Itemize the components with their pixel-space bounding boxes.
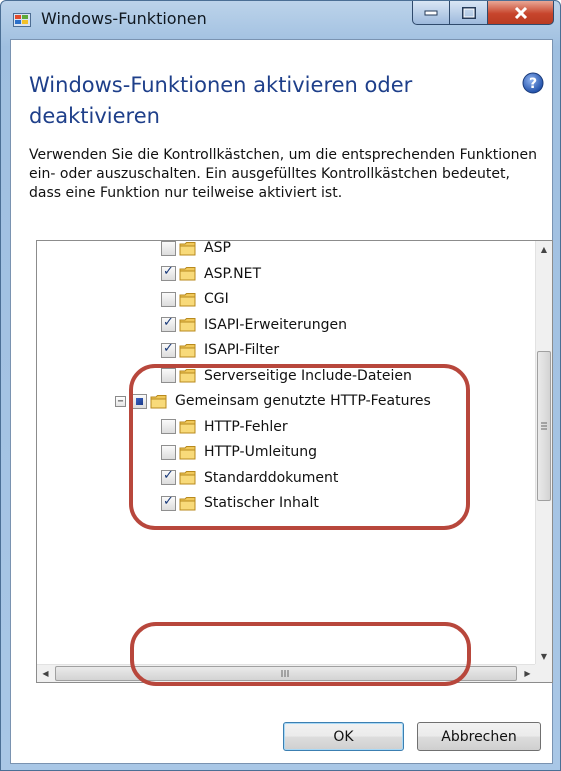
checkbox-icon[interactable] xyxy=(161,315,176,332)
folder-icon xyxy=(179,241,196,256)
scroll-down-icon[interactable]: ▼ xyxy=(536,648,552,665)
maximize-icon xyxy=(461,6,476,19)
svg-text:?: ? xyxy=(529,76,537,92)
maximize-button[interactable] xyxy=(450,1,488,25)
tree-item-label: ISAPI-Filter xyxy=(204,342,280,358)
scroll-corner xyxy=(535,664,552,682)
scroll-up-icon[interactable]: ▲ xyxy=(536,241,552,258)
folder-icon xyxy=(179,266,196,281)
tree-item-label: ASP.NET xyxy=(204,265,262,282)
highlight-ellipse xyxy=(130,622,471,686)
folder-icon xyxy=(179,317,196,332)
folder-icon xyxy=(179,343,196,358)
checkbox-icon[interactable] xyxy=(161,264,176,281)
close-icon xyxy=(514,6,527,19)
help-icon[interactable]: ? xyxy=(522,72,544,94)
minimize-icon xyxy=(424,10,438,15)
dialog-heading: Windows-Funktionen aktivieren oder deakt… xyxy=(29,73,413,128)
checkbox-icon[interactable] xyxy=(161,341,176,358)
cancel-button[interactable]: Abbrechen xyxy=(417,722,541,751)
tree-item[interactable]: CGI xyxy=(144,288,229,310)
scroll-left-icon[interactable]: ◀ xyxy=(37,665,54,682)
folder-icon xyxy=(179,292,196,307)
close-button[interactable] xyxy=(488,1,554,25)
collapse-icon[interactable]: − xyxy=(115,395,126,407)
window-title: Windows-Funktionen xyxy=(41,9,207,28)
tree-item-label: ASP xyxy=(204,240,231,256)
tree-item-label: ISAPI-Erweiterungen xyxy=(204,316,348,333)
dialog-description: Verwenden Sie die Kontrollkästchen, um d… xyxy=(29,147,538,201)
tree-item[interactable]: ISAPI-Filter xyxy=(144,339,279,361)
minimize-button[interactable] xyxy=(412,1,450,25)
tree-item-label: CGI xyxy=(204,291,229,307)
vertical-scroll-thumb[interactable] xyxy=(537,351,551,501)
tree-item[interactable]: ISAPI-Erweiterungen xyxy=(144,314,347,336)
title-bar[interactable]: Windows-Funktionen xyxy=(1,1,560,39)
checkbox-icon[interactable] xyxy=(161,241,176,256)
scroll-right-icon[interactable]: ▶ xyxy=(519,665,536,682)
window-frame: Windows-Funktionen Windows-Funktionen ak… xyxy=(0,0,561,771)
tree-item[interactable]: ASP xyxy=(144,240,231,259)
checkbox-icon[interactable] xyxy=(161,291,176,307)
caption-buttons xyxy=(412,1,554,25)
tree-item[interactable]: ASP.NET xyxy=(144,263,261,285)
ok-button[interactable]: OK xyxy=(283,722,404,751)
highlight-ellipse xyxy=(129,364,470,530)
vertical-scrollbar[interactable]: ▲ ▼ xyxy=(535,241,552,665)
windows-features-icon xyxy=(13,12,31,28)
